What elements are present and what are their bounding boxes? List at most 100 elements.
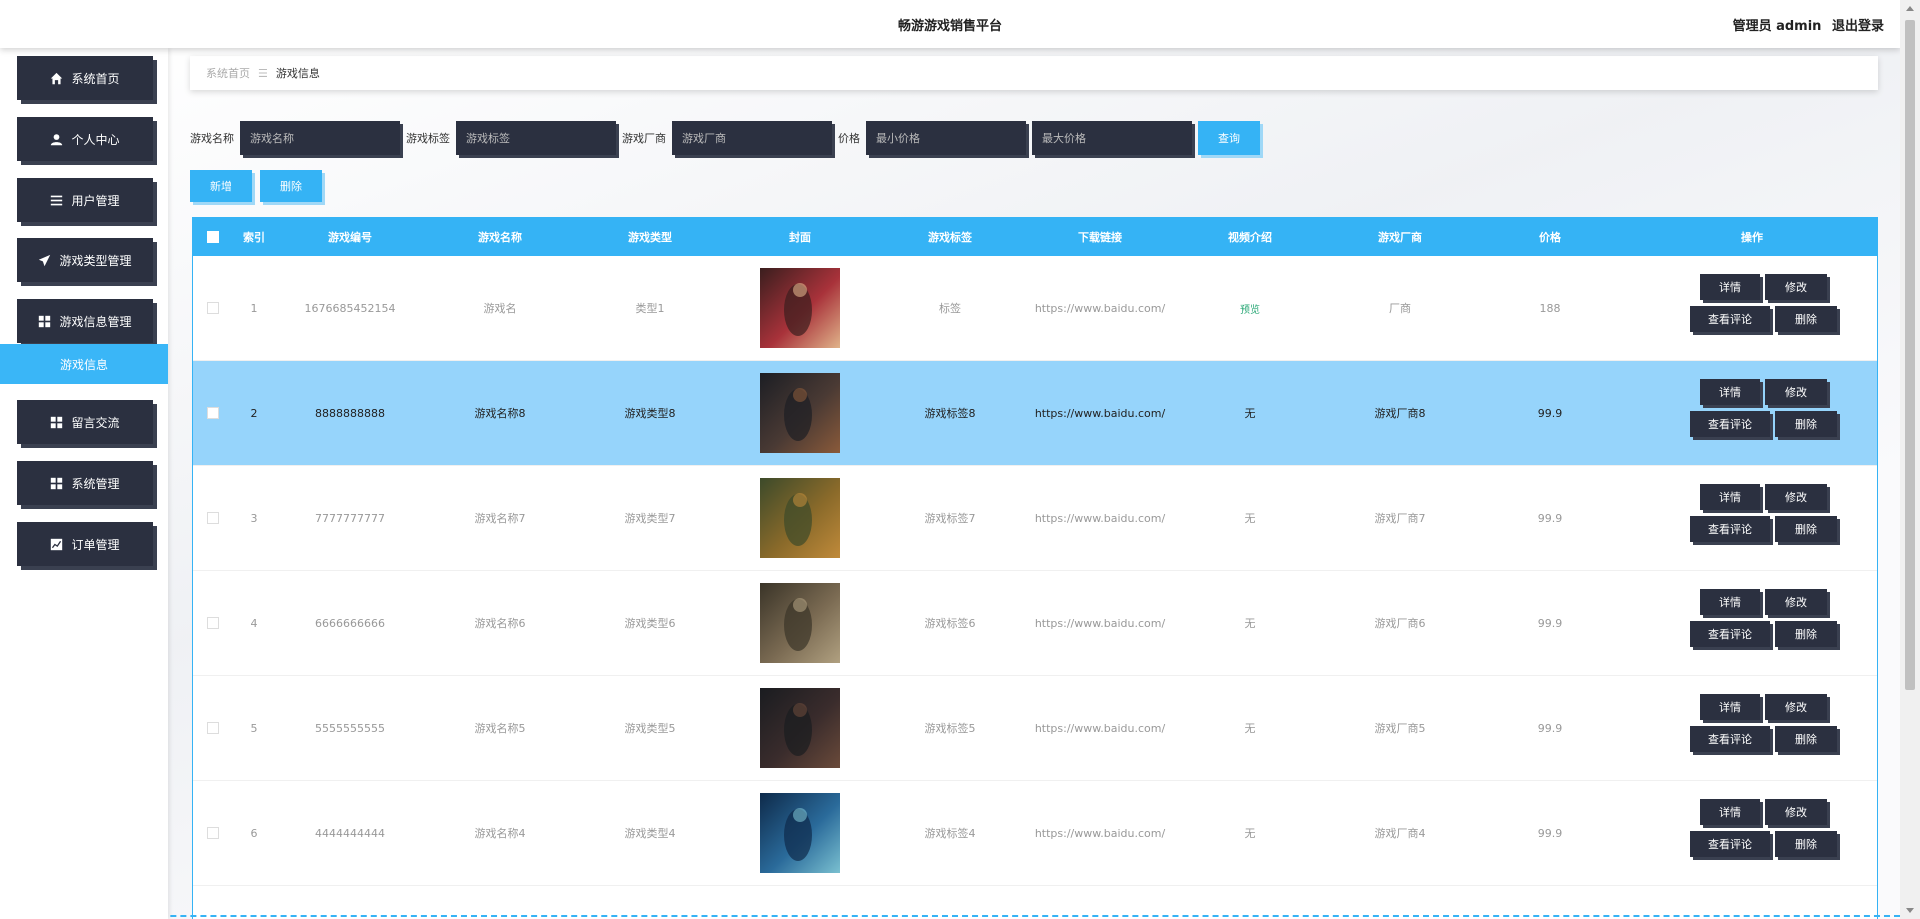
sidebar-item-messages[interactable]: 留言交流 [17,400,153,444]
row-operations: 详情 修改查看评论 删除 [1625,571,1877,675]
detail-button[interactable]: 详情 [1700,589,1760,615]
cell-index: 3 [250,511,258,525]
sidebar-item-label: 订单管理 [71,537,120,552]
min-price-input[interactable] [866,121,1026,155]
row-checkbox[interactable] [207,722,219,734]
breadcrumb-home[interactable]: 系统首页 [206,65,250,81]
delete-button[interactable]: 删除 [1775,306,1837,332]
edit-button[interactable]: 修改 [1765,799,1827,825]
view-comments-button[interactable]: 查看评论 [1690,516,1770,542]
row-operations: 详情 修改查看评论 删除 [1625,781,1877,885]
cell-video: 无 [1244,722,1256,735]
row-select-cell[interactable] [193,676,233,780]
cell-name: 游戏名称6 [474,617,526,630]
sidebar-item-users[interactable]: 用户管理 [17,178,153,222]
view-comments-button[interactable]: 查看评论 [1690,831,1770,857]
cell-type: 游戏类型4 [624,827,676,840]
detail-button[interactable]: 详情 [1700,379,1760,405]
search-bar: 游戏名称 游戏标签 游戏厂商 价格 查询 [190,120,1260,156]
table-row[interactable]: 4 6666666666 游戏名称6 游戏类型6 游戏标签6 https://www.ba… [193,571,1877,676]
delete-button[interactable]: 删除 [1775,831,1837,857]
cover-image [760,373,840,453]
scroll-up-icon[interactable] [1906,6,1914,11]
max-price-input[interactable] [1032,121,1192,155]
cell-tag: 游戏标签7 [924,512,976,525]
query-button[interactable]: 查询 [1198,121,1260,155]
sidebar-item-profile[interactable]: 个人中心 [17,117,153,161]
action-bar: 新增 删除 [190,170,330,202]
header-select-all[interactable] [193,218,233,256]
cell-link[interactable]: https://www.baidu.com/ [1025,781,1175,885]
sidebar-item-system[interactable]: 系统管理 [17,461,153,505]
row-checkbox[interactable] [207,302,219,314]
select-all-checkbox[interactable] [207,231,219,243]
main-content: 系统首页 ☰ 游戏信息 游戏名称 游戏标签 游戏厂商 价格 查询 新增 删除 索… [168,48,1900,919]
table-row[interactable]: 6 4444444444 游戏名称4 游戏类型4 游戏标签4 https://www.ba… [193,781,1877,886]
page-scrollbar[interactable] [1900,0,1920,919]
detail-button[interactable]: 详情 [1700,274,1760,300]
cell-video[interactable]: 预览 [1175,256,1325,360]
edit-button[interactable]: 修改 [1765,379,1827,405]
table-row[interactable]: 1 1676685452154 游戏名 类型1 标签 https://www.baidu.… [193,256,1877,361]
scroll-down-icon[interactable] [1906,908,1914,913]
row-checkbox[interactable] [207,827,219,839]
table-row[interactable]: 2 8888888888 游戏名称8 游戏类型8 游戏标签8 https://www.ba… [193,361,1877,466]
scrollbar-thumb[interactable] [1905,20,1915,690]
game-name-input[interactable] [240,121,400,155]
game-vendor-input[interactable] [672,121,832,155]
cell-link[interactable]: https://www.baidu.com/ [1025,571,1175,675]
view-comments-button[interactable]: 查看评论 [1690,621,1770,647]
cell-name: 游戏名称8 [474,407,526,420]
cell-link[interactable]: https://www.baidu.com/ [1025,361,1175,465]
sidebar-subitem-game-info[interactable]: 游戏信息 [0,344,168,384]
cell-link[interactable]: https://www.baidu.com/ [1025,676,1175,780]
row-checkbox[interactable] [207,407,219,419]
column-header: 封面 [789,231,811,244]
row-select-cell[interactable] [193,361,233,465]
view-comments-button[interactable]: 查看评论 [1690,306,1770,332]
column-header: 操作 [1741,231,1763,244]
cell-video: 无 [1244,617,1256,630]
delete-button[interactable]: 删除 [1775,516,1837,542]
edit-button[interactable]: 修改 [1765,589,1827,615]
add-button[interactable]: 新增 [190,170,252,202]
cell-link[interactable]: https://www.baidu.com/ [1025,256,1175,360]
sidebar: 系统首页 个人中心 用户管理 游戏类型管理 游戏信息管理 游戏信息 留言交流 系… [0,48,168,919]
detail-button[interactable]: 详情 [1700,799,1760,825]
row-select-cell[interactable] [193,466,233,570]
table-row[interactable]: 5 5555555555 游戏名称5 游戏类型5 游戏标签5 https://www.ba… [193,676,1877,781]
row-checkbox[interactable] [207,617,219,629]
cover-image [760,793,840,873]
cell-link[interactable]: https://www.baidu.com/ [1025,466,1175,570]
view-comments-button[interactable]: 查看评论 [1690,411,1770,437]
cover-image [760,583,840,663]
cell-type: 游戏类型7 [624,512,676,525]
delete-button[interactable]: 删除 [1775,726,1837,752]
row-select-cell[interactable] [193,781,233,885]
batch-delete-button[interactable]: 删除 [260,170,322,202]
delete-button[interactable]: 删除 [1775,621,1837,647]
row-checkbox[interactable] [207,512,219,524]
edit-button[interactable]: 修改 [1765,484,1827,510]
cell-tag: 标签 [939,302,961,315]
cover-image [760,688,840,768]
row-select-cell[interactable] [193,256,233,360]
row-operations: 详情 修改查看评论 删除 [1625,466,1877,570]
edit-button[interactable]: 修改 [1765,694,1827,720]
detail-button[interactable]: 详情 [1700,484,1760,510]
row-select-cell[interactable] [193,571,233,675]
cell-code: 7777777777 [315,511,385,525]
edit-button[interactable]: 修改 [1765,274,1827,300]
sidebar-item-orders[interactable]: 订单管理 [17,522,153,566]
delete-button[interactable]: 删除 [1775,411,1837,437]
column-header: 索引 [243,231,265,244]
table-row[interactable]: 3 7777777777 游戏名称7 游戏类型7 游戏标签7 https://www.ba… [193,466,1877,571]
sidebar-item-home[interactable]: 系统首页 [17,56,153,100]
logout-link[interactable]: 退出登录 [1832,19,1884,34]
view-comments-button[interactable]: 查看评论 [1690,726,1770,752]
sidebar-item-game-info[interactable]: 游戏信息管理 [17,299,153,343]
cell-name: 游戏名称5 [474,722,526,735]
sidebar-item-game-types[interactable]: 游戏类型管理 [17,238,153,282]
game-tag-input[interactable] [456,121,616,155]
detail-button[interactable]: 详情 [1700,694,1760,720]
